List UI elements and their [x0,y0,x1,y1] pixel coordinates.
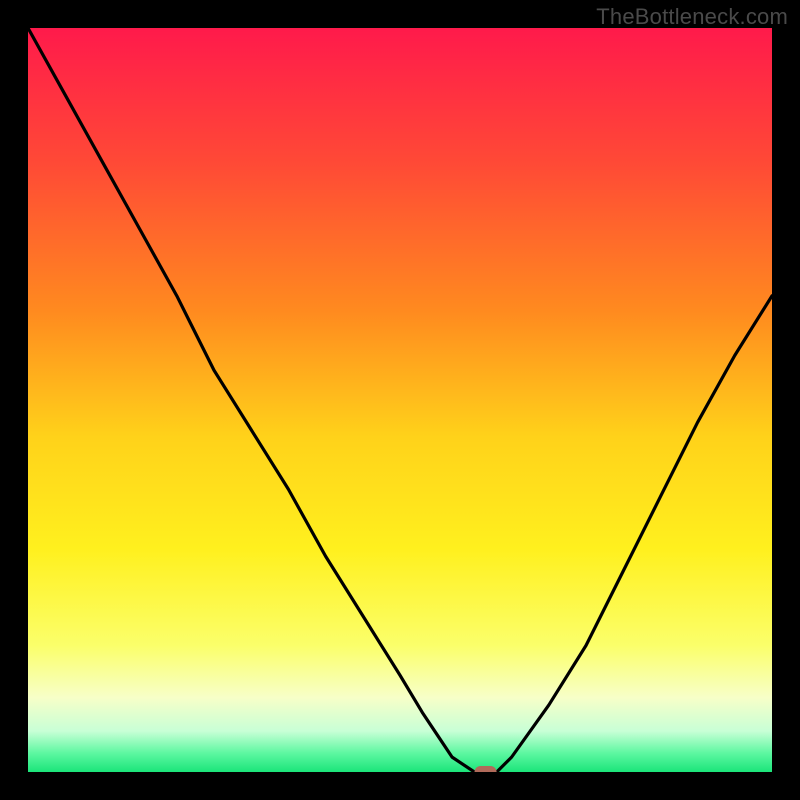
plot-area [28,28,772,772]
gradient-background [28,28,772,772]
chart-frame: TheBottleneck.com [0,0,800,800]
watermark-text: TheBottleneck.com [596,4,788,30]
plot-svg [28,28,772,772]
minimum-marker [475,766,497,772]
